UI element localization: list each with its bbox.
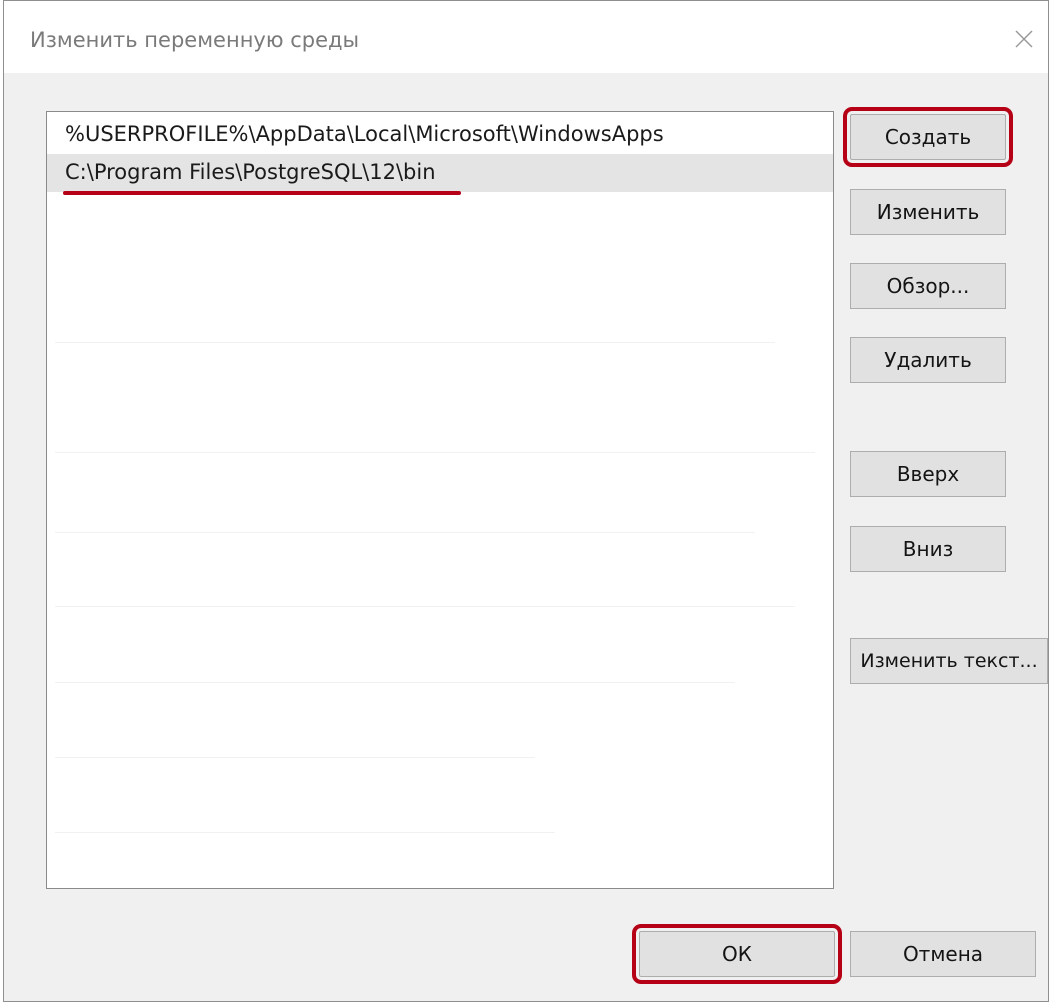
delete-button[interactable]: Удалить [850,337,1006,383]
move-down-button[interactable]: Вниз [850,526,1006,572]
list-divider [55,342,775,343]
list-divider [55,832,555,833]
edit-text-button[interactable]: Изменить текст... [850,638,1048,684]
list-divider [55,532,755,533]
edit-button[interactable]: Изменить [850,189,1006,235]
dialog-title: Изменить переменную среды [30,28,360,52]
list-item-selected[interactable]: C:\Program Files\PostgreSQL\12\bin [47,154,833,192]
list-divider [55,757,535,758]
close-button[interactable] [1004,19,1044,59]
cancel-button[interactable]: Отмена [850,931,1036,977]
highlight-underline [63,191,461,195]
title-bar: Изменить переменную среды [4,1,1048,73]
browse-button[interactable]: Обзор... [850,263,1006,309]
ok-button[interactable]: ОК [632,924,842,984]
edit-environment-variable-dialog: Изменить переменную среды %USERPROFILE%\… [3,0,1049,1002]
path-list[interactable]: %USERPROFILE%\AppData\Local\Microsoft\Wi… [46,111,834,889]
list-item[interactable]: %USERPROFILE%\AppData\Local\Microsoft\Wi… [47,116,833,154]
list-divider [55,682,735,683]
move-up-button[interactable]: Вверх [850,451,1006,497]
list-divider [55,452,815,453]
close-icon [1015,30,1033,48]
list-divider [55,606,795,607]
create-button[interactable]: Создать [843,107,1013,167]
